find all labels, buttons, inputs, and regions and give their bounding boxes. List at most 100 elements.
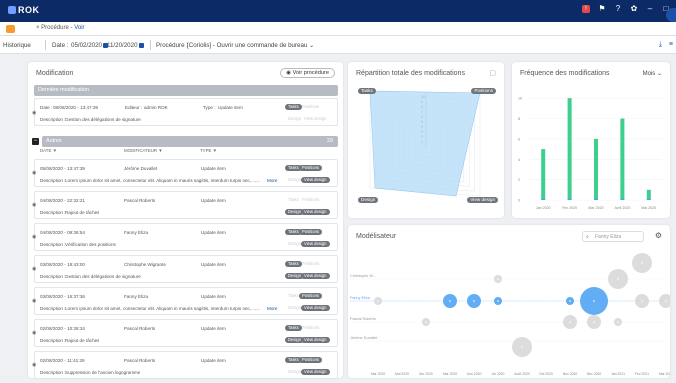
col-type[interactable]: TYPE ▼ bbox=[200, 148, 217, 153]
date-from-input[interactable]: 05/02/2020 bbox=[71, 42, 108, 49]
x-tick-label: Mar 2020 bbox=[588, 206, 603, 210]
positions-pill[interactable]: Positions bbox=[299, 165, 322, 171]
radar-area bbox=[369, 90, 481, 197]
eye-icon[interactable]: ◉ bbox=[32, 330, 36, 336]
row-user: Fanny Eliza bbox=[124, 230, 149, 235]
y-tick-label: 6 bbox=[518, 137, 520, 141]
positions-pill[interactable]: Positions bbox=[299, 104, 322, 110]
eye-icon[interactable]: ◉ bbox=[32, 202, 36, 208]
voir-procedure-button[interactable]: ◉ Voir procédure bbox=[280, 68, 335, 78]
date-to-input[interactable]: 11/20/2020 bbox=[107, 42, 144, 49]
positions-pill[interactable]: Positions bbox=[299, 325, 322, 331]
y-tick-label: 8 bbox=[518, 117, 520, 121]
tab-label: Procédure - bbox=[41, 25, 75, 31]
bar[interactable] bbox=[646, 189, 651, 200]
bar[interactable] bbox=[594, 138, 598, 200]
download-icon[interactable]: ⤓ bbox=[659, 41, 662, 49]
positions-pill[interactable]: Positions bbox=[299, 229, 322, 235]
collapse-icon[interactable]: − bbox=[32, 138, 39, 145]
view-design-pill[interactable]: View design bbox=[301, 241, 330, 247]
bar-base bbox=[620, 198, 625, 200]
eye-icon[interactable]: ◉ bbox=[32, 234, 36, 240]
eye-icon[interactable]: ◉ bbox=[32, 110, 36, 116]
bar[interactable] bbox=[620, 118, 625, 200]
row-date: 04/08/2020 - 09:36:54 bbox=[40, 230, 85, 235]
row-user: Pascal Roberts bbox=[124, 326, 156, 331]
y-tick-label: 4 bbox=[518, 158, 520, 162]
table-row[interactable]: 02/08/2020 - 10:28:34 Pascal Roberts Updat… bbox=[34, 319, 338, 347]
bar-base bbox=[567, 198, 572, 200]
bubble-center bbox=[665, 300, 667, 302]
editeur-value: admin ROK bbox=[144, 105, 168, 110]
row-desc: Suppression de l'ancien logogramme bbox=[65, 370, 141, 375]
positions-pill[interactable]: Positions bbox=[299, 357, 322, 363]
row-date: 03/08/2020 - 16:37:36 bbox=[40, 294, 85, 299]
procedure-select[interactable]: [Coriolis] - Ouvrir une commande de bure… bbox=[187, 42, 314, 49]
x-tick-label: Août 2020 bbox=[514, 372, 530, 376]
positions-pill[interactable]: Positions bbox=[299, 293, 322, 299]
desc-label: Description : bbox=[40, 306, 66, 311]
eye-icon[interactable]: ◉ bbox=[32, 266, 36, 272]
avatar[interactable] bbox=[666, 8, 676, 22]
row-type: Update item bbox=[201, 230, 226, 235]
row-type: Update item bbox=[201, 198, 226, 203]
bubble-center bbox=[449, 300, 451, 302]
x-tick-label: Jan 2021 bbox=[611, 372, 625, 376]
view-design-pill[interactable]: View design bbox=[301, 177, 330, 183]
table-row[interactable]: 03/08/2020 - 18:43:00 Christophe Wigrante… bbox=[34, 255, 338, 283]
help-icon[interactable]: ? bbox=[614, 5, 622, 13]
row-user: Pascal Roberts bbox=[124, 198, 156, 203]
bar[interactable] bbox=[541, 149, 546, 200]
editeur-label: Editeur : bbox=[125, 105, 143, 110]
bubble[interactable] bbox=[659, 294, 670, 308]
settings-icon[interactable]: ✿ bbox=[630, 5, 638, 13]
radar-scale-label: 5 bbox=[421, 120, 423, 124]
more-link[interactable]: More bbox=[267, 306, 277, 311]
view-design-pill[interactable]: View design bbox=[301, 273, 330, 279]
flag-icon[interactable]: ⚑ bbox=[598, 5, 606, 13]
desc-label: Description : bbox=[40, 370, 66, 375]
type-value: Update item bbox=[218, 105, 243, 110]
table-row[interactable]: 02/08/2020 - 11:41:29 Pascal Roberts Updat… bbox=[34, 351, 338, 379]
rok-logo-icon bbox=[8, 6, 16, 14]
chevron-down-icon: ⌄ bbox=[309, 42, 315, 49]
autres-bar: Autres 29 bbox=[42, 136, 338, 147]
home-icon[interactable] bbox=[6, 25, 15, 33]
table-row[interactable]: 05/08/2020 - 13:47:39 Jérôme Duvallet Upda… bbox=[34, 159, 338, 187]
minimize-icon[interactable]: – bbox=[646, 5, 654, 13]
table-row[interactable]: 04/08/2020 - 09:36:54 Fanny Eliza Update i… bbox=[34, 223, 338, 251]
calendar-icon bbox=[138, 43, 144, 48]
view-design-pill[interactable]: View design bbox=[301, 305, 330, 311]
table-row[interactable]: 04/08/2020 - 22:32:21 Pascal Roberts Updat… bbox=[34, 191, 338, 219]
menu-icon[interactable]: ≡ bbox=[669, 41, 673, 48]
alert-icon[interactable]: ! bbox=[582, 5, 590, 13]
radar-scale-label: 3 bbox=[421, 130, 423, 134]
tab-procedure-voir[interactable]: × Procédure - Voir bbox=[36, 25, 85, 31]
row-user: Fanny Eliza bbox=[124, 294, 149, 299]
view-design-pill[interactable]: View design bbox=[301, 209, 330, 215]
col-modificateur[interactable]: MODIFICATEUR ▼ bbox=[124, 148, 163, 153]
bubble-center bbox=[569, 300, 571, 302]
x-tick-label: Jui 2020 bbox=[492, 372, 505, 376]
x-tick-label: Nov 2020 bbox=[563, 372, 578, 376]
bubble-center bbox=[617, 321, 619, 323]
eye-icon[interactable]: ◉ bbox=[32, 170, 36, 176]
y-tick-label: 0 bbox=[518, 199, 520, 203]
bar[interactable] bbox=[567, 98, 572, 200]
bubble-center bbox=[617, 278, 619, 280]
eye-icon[interactable]: ◉ bbox=[32, 362, 36, 368]
view-design-pill[interactable]: View design bbox=[301, 116, 330, 122]
table-row[interactable]: 03/08/2020 - 16:37:36 Fanny Eliza Update i… bbox=[34, 287, 338, 315]
eye-icon[interactable]: ◉ bbox=[32, 298, 36, 304]
col-date[interactable]: DATE ▼ bbox=[40, 148, 57, 153]
y-tick-label: 10 bbox=[518, 97, 522, 101]
positions-pill[interactable]: Positions bbox=[299, 197, 322, 203]
more-link[interactable]: More bbox=[267, 178, 277, 183]
procedure-label: Procédure : bbox=[156, 42, 188, 49]
positions-pill[interactable]: Positions bbox=[299, 261, 322, 267]
bubble-center bbox=[497, 300, 499, 302]
view-design-pill[interactable]: View design bbox=[301, 337, 330, 343]
bubble-chart: Christophe W... Fanny Eliza Pascal Roberts… bbox=[350, 253, 670, 376]
app-logo[interactable]: ROK bbox=[8, 5, 40, 15]
view-design-pill[interactable]: View design bbox=[301, 369, 330, 375]
